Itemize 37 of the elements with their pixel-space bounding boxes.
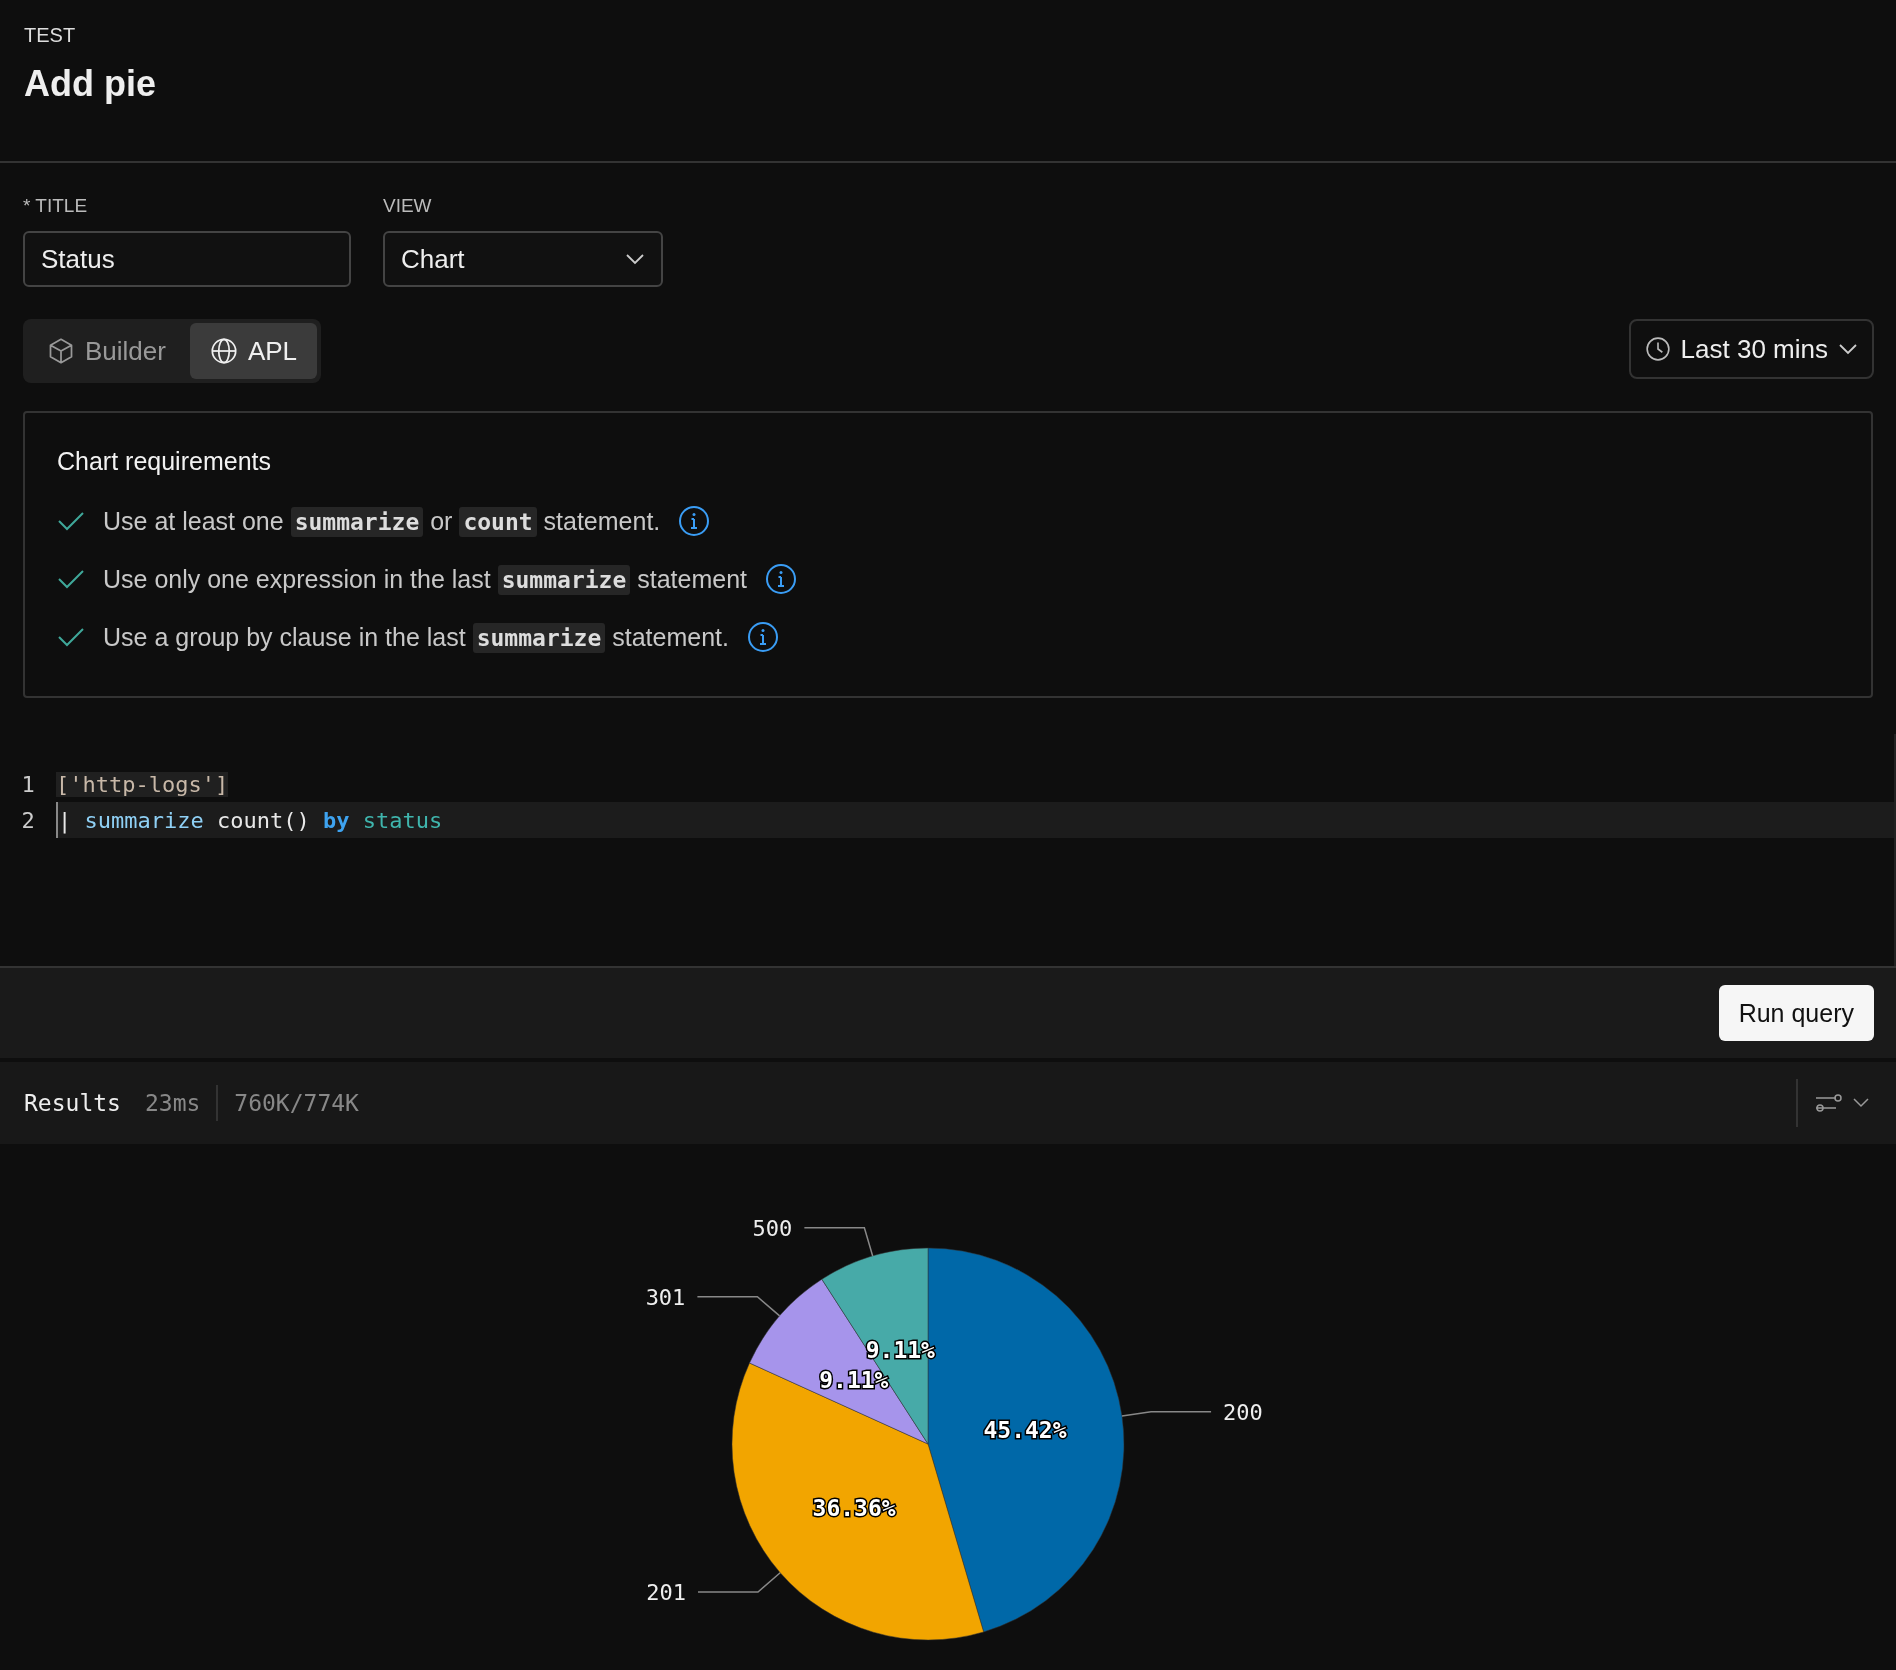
- slice-percent-label: 45.42%: [983, 1416, 1067, 1443]
- time-range-select[interactable]: Last 30 mins: [1628, 319, 1874, 379]
- slice-percent-label: 9.11%: [865, 1337, 935, 1363]
- mode-tab[interactable]: APL: [189, 323, 318, 379]
- slice-category-label: 200: [1223, 1399, 1263, 1425]
- page-title: Add pie: [24, 63, 157, 105]
- results-label: Results: [24, 1090, 121, 1116]
- slice-category-label: 500: [752, 1215, 793, 1241]
- line-number: 2: [20, 807, 36, 833]
- slice-category-label: 301: [645, 1284, 686, 1310]
- info-icon[interactable]: [746, 621, 779, 653]
- slice-percent-label: 36.36%: [812, 1495, 896, 1522]
- slice-percent-label: 9.11%: [819, 1366, 889, 1393]
- slice-category-label: 201: [646, 1580, 686, 1605]
- info-icon[interactable]: [765, 563, 798, 595]
- code-editor[interactable]: 1 ['http-logs'] 2 | summarize count() by status: [0, 734, 1896, 966]
- query-duration: 23ms: [144, 1090, 201, 1116]
- requirements-title: Chart requirements: [57, 447, 272, 476]
- clock-icon: [1644, 336, 1671, 362]
- run-query-button[interactable]: Run query: [1718, 985, 1874, 1041]
- line-number: 1: [20, 771, 36, 797]
- info-icon[interactable]: [678, 505, 711, 537]
- chevron-down-icon: [1838, 343, 1858, 355]
- leader-line: [803, 1227, 874, 1257]
- field-label: * TITLE: [23, 195, 89, 217]
- mode-tab[interactable]: Builder: [27, 323, 186, 379]
- cube-icon: [47, 337, 75, 365]
- requirement-text: Use only one expression in the last summarize statement: [103, 564, 748, 594]
- page-eyebrow: TEST: [24, 24, 77, 47]
- title-input[interactable]: Status: [23, 231, 351, 287]
- requirement-text: Use a group by clause in the last summarize statement.: [103, 622, 729, 652]
- chevron-down-icon: [625, 253, 645, 265]
- globe-icon: [209, 337, 238, 365]
- view-select[interactable]: Chart: [383, 231, 663, 287]
- field-label: VIEW: [383, 195, 433, 217]
- requirement-text: Use at least one summarize or count statement.: [103, 506, 661, 536]
- row-count: 760K/774K: [234, 1090, 359, 1116]
